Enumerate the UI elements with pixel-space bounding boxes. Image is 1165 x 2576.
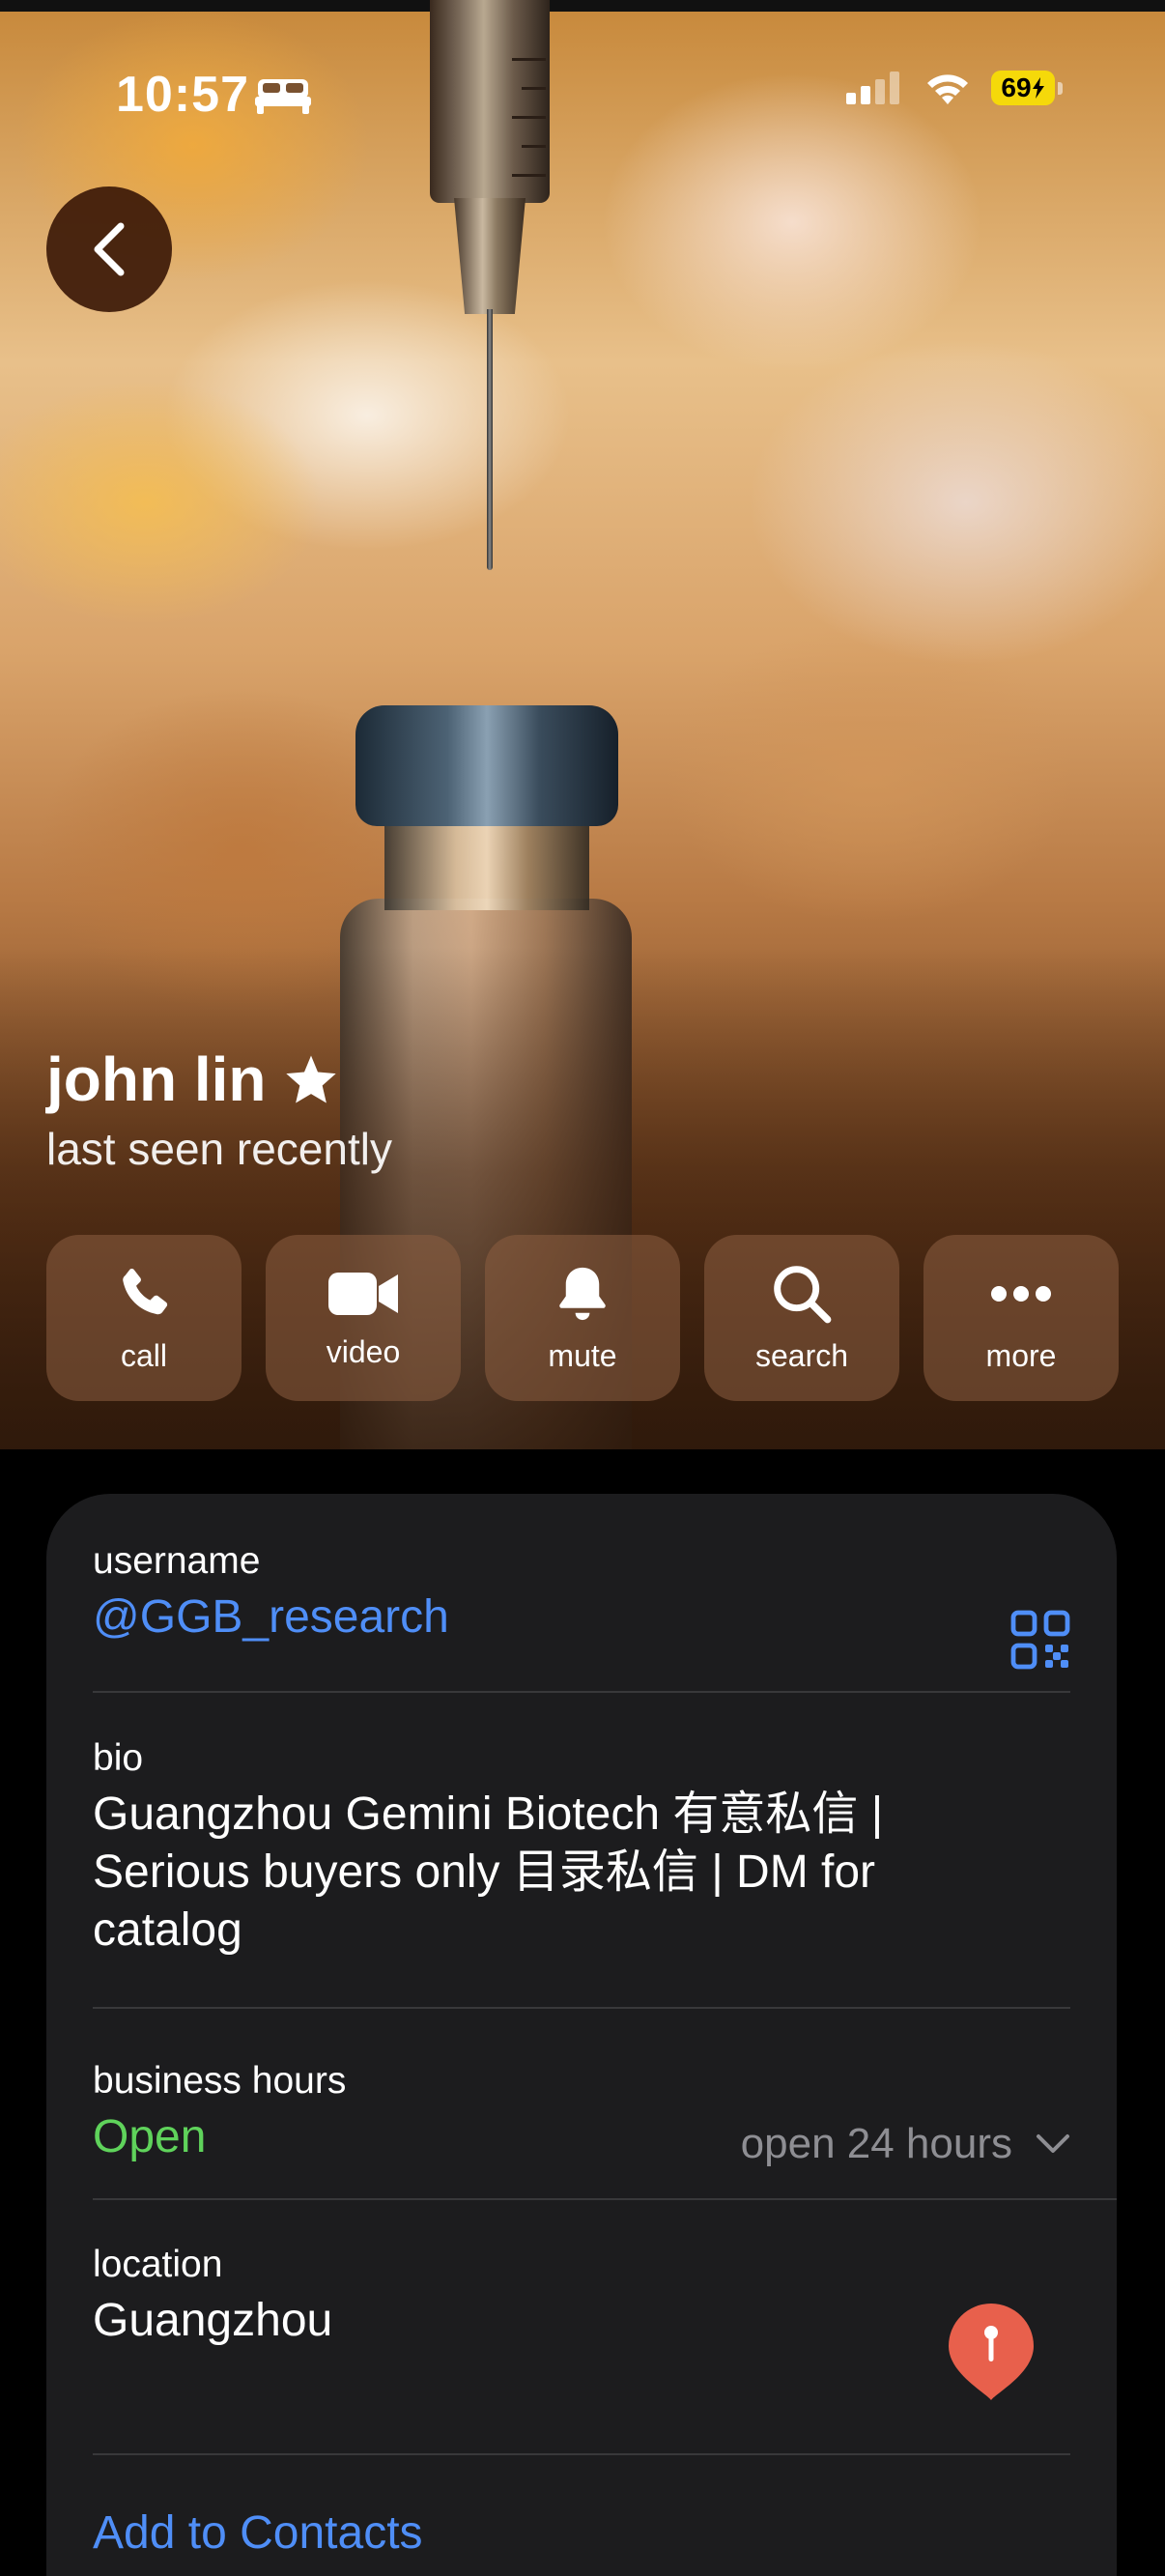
syringe-mark <box>522 145 546 148</box>
video-icon <box>328 1272 398 1315</box>
status-indicators: 69 <box>846 70 1063 106</box>
call-button[interactable]: call <box>46 1235 242 1401</box>
charging-bolt-icon <box>1032 77 1044 99</box>
bio-field: bio Guangzhou Gemini Biotech 有意私信 | Seri… <box>93 1737 1070 1960</box>
add-to-contacts-row[interactable]: Add to Contacts <box>93 2499 1070 2562</box>
battery-tip <box>1058 81 1063 95</box>
mute-label: mute <box>548 1337 617 1373</box>
status-time: 10:57 <box>116 67 249 123</box>
bio-value: Guangzhou Gemini Biotech 有意私信 | Serious … <box>93 1789 884 1956</box>
last-seen-status: last seen recently <box>46 1124 392 1174</box>
info-card: username @GGB_research bio Guangzhou Gem… <box>46 1494 1117 2576</box>
video-button[interactable]: video <box>266 1235 461 1401</box>
bio-label: bio <box>93 1737 144 1779</box>
top-edge <box>0 0 1165 12</box>
syringe-mark <box>512 116 546 119</box>
signal-icon <box>846 72 899 104</box>
action-buttons: call video mute search more <box>46 1235 1119 1401</box>
vial-cap-image <box>355 705 618 826</box>
location-field[interactable]: location Guangzhou <box>93 2244 1070 2400</box>
back-button[interactable] <box>46 186 172 312</box>
chevron-down-icon <box>1037 2134 1069 2153</box>
profile-header: 10:57 69 john lin last seen recently cal… <box>0 0 1165 1449</box>
username-label: username <box>93 1540 261 1582</box>
search-button[interactable]: search <box>704 1235 899 1401</box>
syringe-mark <box>512 58 546 61</box>
profile-name: john lin <box>46 1045 267 1114</box>
map-pin-icon[interactable] <box>947 2302 1036 2402</box>
chevron-left-icon <box>94 222 125 276</box>
divider <box>93 2198 1117 2200</box>
syringe-mark <box>522 87 546 90</box>
syringe-image <box>430 0 550 203</box>
battery-indicator: 69 <box>991 71 1055 105</box>
divider <box>93 2453 1070 2455</box>
bell-icon <box>559 1267 606 1320</box>
profile-name-row: john lin <box>46 1044 338 1115</box>
location-value: Guangzhou <box>93 2295 333 2346</box>
search-icon <box>774 1265 832 1323</box>
star-icon[interactable] <box>284 1053 338 1105</box>
vial-neck-image <box>384 823 589 910</box>
more-label: more <box>985 1337 1057 1373</box>
qr-code-icon[interactable] <box>1010 1610 1070 1670</box>
business-hours-field[interactable]: business hours Open open 24 hours <box>93 2060 1070 2168</box>
syringe-hub <box>454 198 526 314</box>
more-button[interactable]: more <box>923 1235 1119 1401</box>
mute-button[interactable]: mute <box>485 1235 680 1401</box>
location-label: location <box>93 2244 223 2285</box>
syringe-mark <box>512 174 546 177</box>
sleep-bed-icon <box>255 79 311 114</box>
business-hours-toggle[interactable]: open 24 hours <box>741 2120 1070 2168</box>
divider <box>93 1691 1070 1693</box>
business-hours-label: business hours <box>93 2060 347 2102</box>
call-label: call <box>120 1337 167 1373</box>
username-value[interactable]: @GGB_research <box>93 1589 1070 1646</box>
wifi-icon <box>927 74 968 104</box>
video-label: video <box>326 1333 401 1369</box>
phone-icon <box>123 1268 168 1314</box>
battery-level: 69 <box>1001 72 1032 102</box>
business-hours-detail: open 24 hours <box>740 2120 1012 2167</box>
divider <box>93 2007 1070 2009</box>
search-label: search <box>754 1337 849 1373</box>
needle-image <box>487 309 493 570</box>
add-to-contacts-button[interactable]: Add to Contacts <box>93 2504 1070 2562</box>
username-field[interactable]: username @GGB_research <box>93 1540 1070 1670</box>
more-icon <box>991 1285 1051 1302</box>
